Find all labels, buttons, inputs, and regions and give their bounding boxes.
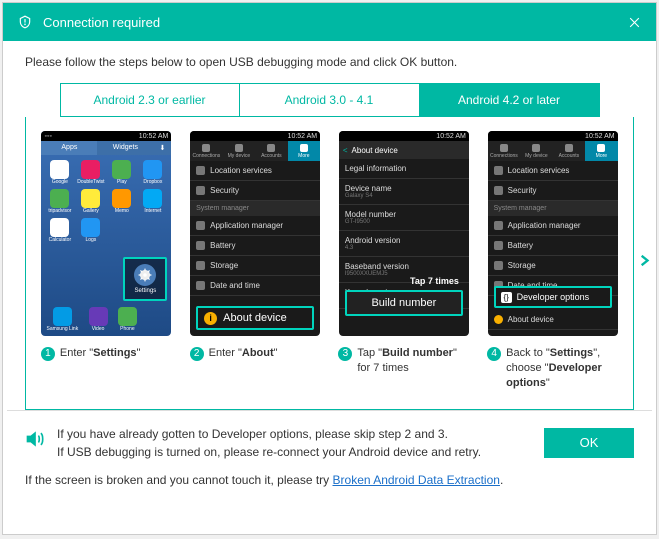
- broken-screen-note: If the screen is broken and you cannot t…: [25, 473, 634, 487]
- developer-options-highlight: {} Developer options: [494, 286, 612, 308]
- step3-screenshot: 10:52 AM <About device Legal information…: [339, 131, 469, 336]
- gear-icon: [134, 264, 156, 286]
- ok-button[interactable]: OK: [544, 428, 634, 458]
- shield-icon: [17, 14, 33, 30]
- step1-screenshot: ◦◦◦10:52 AM AppsWidgets⬇ Google DoubleTw…: [41, 131, 171, 336]
- step-1: ◦◦◦10:52 AM AppsWidgets⬇ Google DoubleTw…: [39, 131, 174, 391]
- settings-icon-highlight: Settings: [123, 257, 167, 301]
- step2-caption: 2 Enter "About": [188, 346, 323, 361]
- version-tabs: Android 2.3 or earlier Android 3.0 - 4.1…: [3, 77, 656, 117]
- info-icon: i: [204, 312, 217, 325]
- step2-number: 2: [190, 347, 204, 361]
- step4-caption: 4 Back to "Settings", choose "Developer …: [485, 346, 620, 391]
- tap-7-label: Tap 7 times: [410, 276, 459, 286]
- footer: If you have already gotten to Developer …: [3, 411, 656, 497]
- connection-dialog: Connection required Please follow the st…: [2, 2, 657, 535]
- tab-android-30[interactable]: Android 3.0 - 4.1: [240, 83, 420, 117]
- build-number-highlight: Build number: [345, 290, 463, 316]
- step2-screenshot: 10:52 AM Connections My device Accounts …: [190, 131, 320, 336]
- footer-line2: If USB debugging is turned on, please re…: [57, 443, 532, 461]
- dialog-title: Connection required: [43, 15, 626, 30]
- footer-line1: If you have already gotten to Developer …: [57, 425, 532, 443]
- step3-caption: 3 Tap "Build number" for 7 times: [336, 346, 471, 376]
- step-4: 10:52 AM Connections My device Accounts …: [485, 131, 620, 391]
- instruction-text: Please follow the steps below to open US…: [3, 41, 656, 77]
- step-2: 10:52 AM Connections My device Accounts …: [188, 131, 323, 391]
- next-arrow-icon[interactable]: [637, 249, 651, 276]
- broken-android-link[interactable]: Broken Android Data Extraction: [333, 473, 500, 487]
- speaker-icon: [25, 429, 45, 452]
- step4-screenshot: 10:52 AM Connections My device Accounts …: [488, 131, 618, 336]
- step1-caption: 1 Enter "Settings": [39, 346, 174, 361]
- close-icon[interactable]: [626, 14, 642, 30]
- step1-number: 1: [41, 347, 55, 361]
- step4-number: 4: [487, 347, 501, 361]
- about-device-highlight: i About device: [196, 306, 314, 330]
- step-3: 10:52 AM <About device Legal information…: [336, 131, 471, 391]
- titlebar: Connection required: [3, 3, 656, 41]
- tab-android-42[interactable]: Android 4.2 or later: [420, 83, 600, 117]
- tab-android-23[interactable]: Android 2.3 or earlier: [60, 83, 240, 117]
- step3-number: 3: [338, 347, 352, 361]
- steps-container: ◦◦◦10:52 AM AppsWidgets⬇ Google DoubleTw…: [25, 117, 634, 410]
- braces-icon: {}: [501, 292, 512, 303]
